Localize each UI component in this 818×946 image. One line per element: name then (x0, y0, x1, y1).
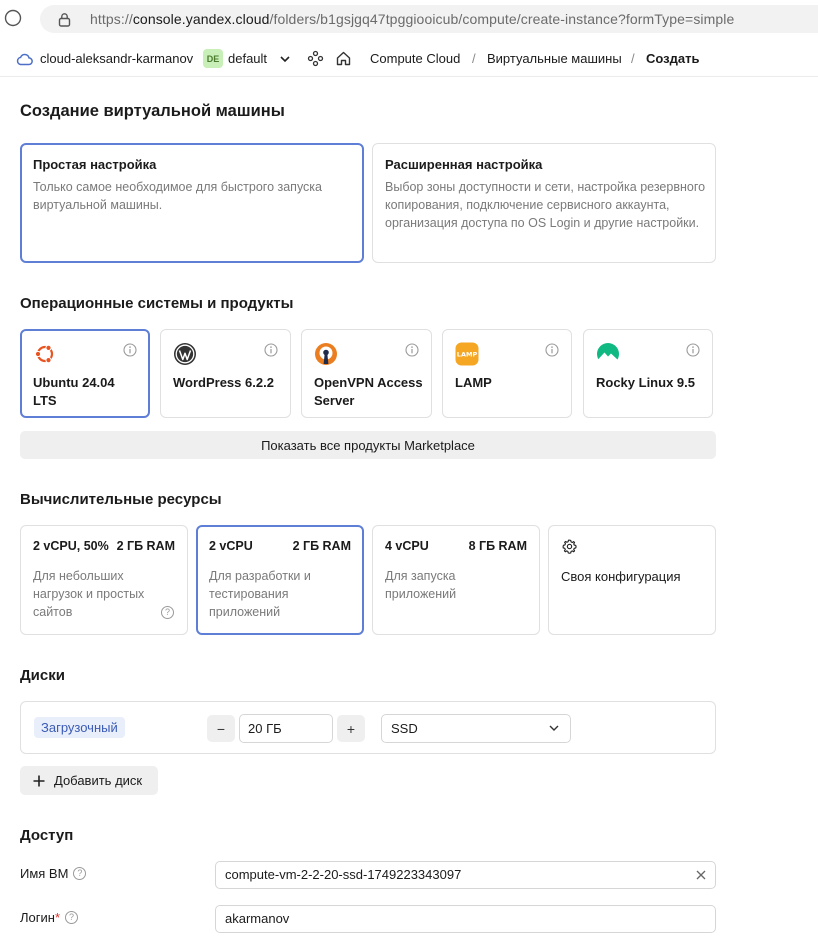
login-label-text: Логин (20, 910, 55, 925)
breadcrumb-virtual-machines[interactable]: Виртуальные машины (487, 51, 622, 66)
resource-preset-apps[interactable]: 4 vCPU 8 ГБ RAM Для запуска приложений (372, 525, 540, 635)
disk-size-decrement-button[interactable]: − (207, 715, 235, 742)
add-disk-button[interactable]: Добавить диск (20, 766, 158, 795)
setup-mode-advanced[interactable]: Расширенная настройка Выбор зоны доступн… (372, 143, 716, 263)
clear-icon[interactable] (695, 869, 707, 881)
lamp-icon: LAMP (455, 342, 479, 366)
lamp-icon-text: LAMP (457, 351, 478, 359)
os-name: WordPress 6.2.2 (173, 375, 274, 390)
info-circle-icon[interactable] (4, 9, 22, 27)
breadcrumb-compute-cloud[interactable]: Compute Cloud (370, 51, 460, 66)
cloud-name[interactable]: cloud-aleksandr-karmanov (40, 51, 193, 66)
os-name: Ubuntu 24.04 LTS (33, 375, 115, 408)
resource-preset-burstable[interactable]: 2 vCPU, 50% 2 ГБ RAM Для небольших нагру… (20, 525, 188, 635)
login-value: akarmanov (225, 911, 290, 926)
required-mark: * (54, 910, 61, 925)
resource-preset-dev[interactable]: 2 vCPU 2 ГБ RAM Для разработки и тестиро… (196, 525, 364, 635)
os-section-heading: Операционные системы и продукты (20, 295, 294, 312)
access-heading: Доступ (20, 827, 74, 844)
os-card-wordpress[interactable]: WordPress 6.2.2 (160, 329, 291, 418)
preset-desc: Для небольших нагрузок и простых сайтов (33, 569, 145, 619)
preset-cpu: 2 vCPU, 50% (33, 539, 109, 553)
services-graph-icon[interactable] (307, 50, 324, 67)
setup-mode-title: Простая настройка (33, 157, 157, 172)
address-bar[interactable]: https://console.yandex.cloud/folders/b1g… (40, 5, 818, 33)
page-title: Создание виртуальной машины (20, 102, 285, 120)
os-name: OpenVPN Access Server (314, 375, 423, 408)
breadcrumb-current: Создать (646, 51, 700, 66)
os-card-lamp[interactable]: LAMP LAMP (442, 329, 572, 418)
rocky-linux-icon (597, 343, 619, 366)
breadcrumb-separator: / (472, 51, 476, 66)
openvpn-icon (315, 343, 337, 365)
login-label: Логин * ? (20, 910, 79, 925)
preset-cpu: 2 vCPU (209, 539, 253, 553)
preset-ram: 2 ГБ RAM (292, 539, 351, 553)
setup-mode-desc: Выбор зоны доступности и сети, настройка… (385, 180, 706, 230)
header-divider (0, 76, 818, 77)
breadcrumb-separator: / (631, 51, 635, 66)
os-name: Rocky Linux 9.5 (596, 375, 695, 390)
os-card-rocky-linux[interactable]: Rocky Linux 9.5 (583, 329, 713, 418)
info-icon[interactable] (123, 343, 137, 357)
help-icon[interactable]: ? (73, 867, 87, 880)
preset-ram: 8 ГБ RAM (468, 539, 527, 553)
login-input[interactable]: akarmanov (215, 905, 716, 933)
boot-disk-badge: Загрузочный (34, 717, 125, 738)
disk-type-select[interactable]: SSD (381, 714, 571, 743)
console-header: cloud-aleksandr-karmanov DE default Comp… (0, 44, 818, 74)
info-icon[interactable] (405, 343, 419, 357)
os-card-openvpn[interactable]: OpenVPN Access Server (301, 329, 432, 418)
info-icon[interactable] (686, 343, 700, 357)
info-icon[interactable] (545, 343, 559, 357)
disk-size-input[interactable]: 20 ГБ (239, 714, 333, 743)
lock-icon (56, 11, 72, 27)
vm-name-label-text: Имя ВМ (20, 866, 69, 881)
resource-preset-custom[interactable]: Своя конфигурация (548, 525, 716, 635)
folder-badge: DE (203, 49, 223, 68)
os-card-ubuntu[interactable]: Ubuntu 24.04 LTS (20, 329, 150, 418)
info-icon[interactable] (264, 343, 278, 357)
custom-config-label: Своя конфигурация (561, 569, 681, 584)
vm-name-value: compute-vm-2-2-20-ssd-1749223343097 (225, 867, 462, 882)
chevron-down-icon[interactable] (278, 52, 292, 66)
os-name: LAMP (455, 375, 492, 390)
cloud-icon (16, 53, 33, 66)
wordpress-icon (174, 343, 196, 365)
setup-mode-simple[interactable]: Простая настройка Только самое необходим… (20, 143, 364, 263)
preset-desc: Для разработки и тестирования приложений (209, 569, 311, 619)
browser-toolbar: https://console.yandex.cloud/folders/b1g… (0, 0, 818, 38)
add-disk-label: Добавить диск (54, 773, 143, 788)
disk-type-value: SSD (391, 721, 418, 736)
home-icon[interactable] (335, 50, 352, 67)
vm-name-input[interactable]: compute-vm-2-2-20-ssd-1749223343097 (215, 861, 716, 889)
chevron-down-icon (549, 725, 559, 731)
ubuntu-icon (34, 344, 54, 364)
setup-mode-desc: Только самое необходимое для быстрого за… (33, 180, 323, 212)
disk-size-increment-button[interactable]: + (337, 715, 365, 742)
setup-mode-title: Расширенная настройка (385, 157, 543, 172)
disks-heading: Диски (20, 667, 65, 684)
preset-desc: Для запуска приложений (385, 569, 457, 601)
show-marketplace-button[interactable]: Показать все продукты Marketplace (20, 431, 716, 459)
help-icon[interactable]: ? (65, 911, 79, 924)
preset-ram: 2 ГБ RAM (116, 539, 175, 553)
folder-selector[interactable]: default (228, 51, 267, 66)
boot-disk-row: Загрузочный − 20 ГБ + SSD (20, 701, 716, 754)
preset-cpu: 4 vCPU (385, 539, 429, 553)
gear-icon (562, 539, 577, 554)
url-text: https://console.yandex.cloud/folders/b1g… (90, 11, 735, 27)
plus-icon (33, 775, 45, 786)
resources-heading: Вычислительные ресурсы (20, 491, 222, 508)
help-icon[interactable]: ? (161, 606, 174, 619)
vm-name-label: Имя ВМ ? (20, 866, 87, 881)
